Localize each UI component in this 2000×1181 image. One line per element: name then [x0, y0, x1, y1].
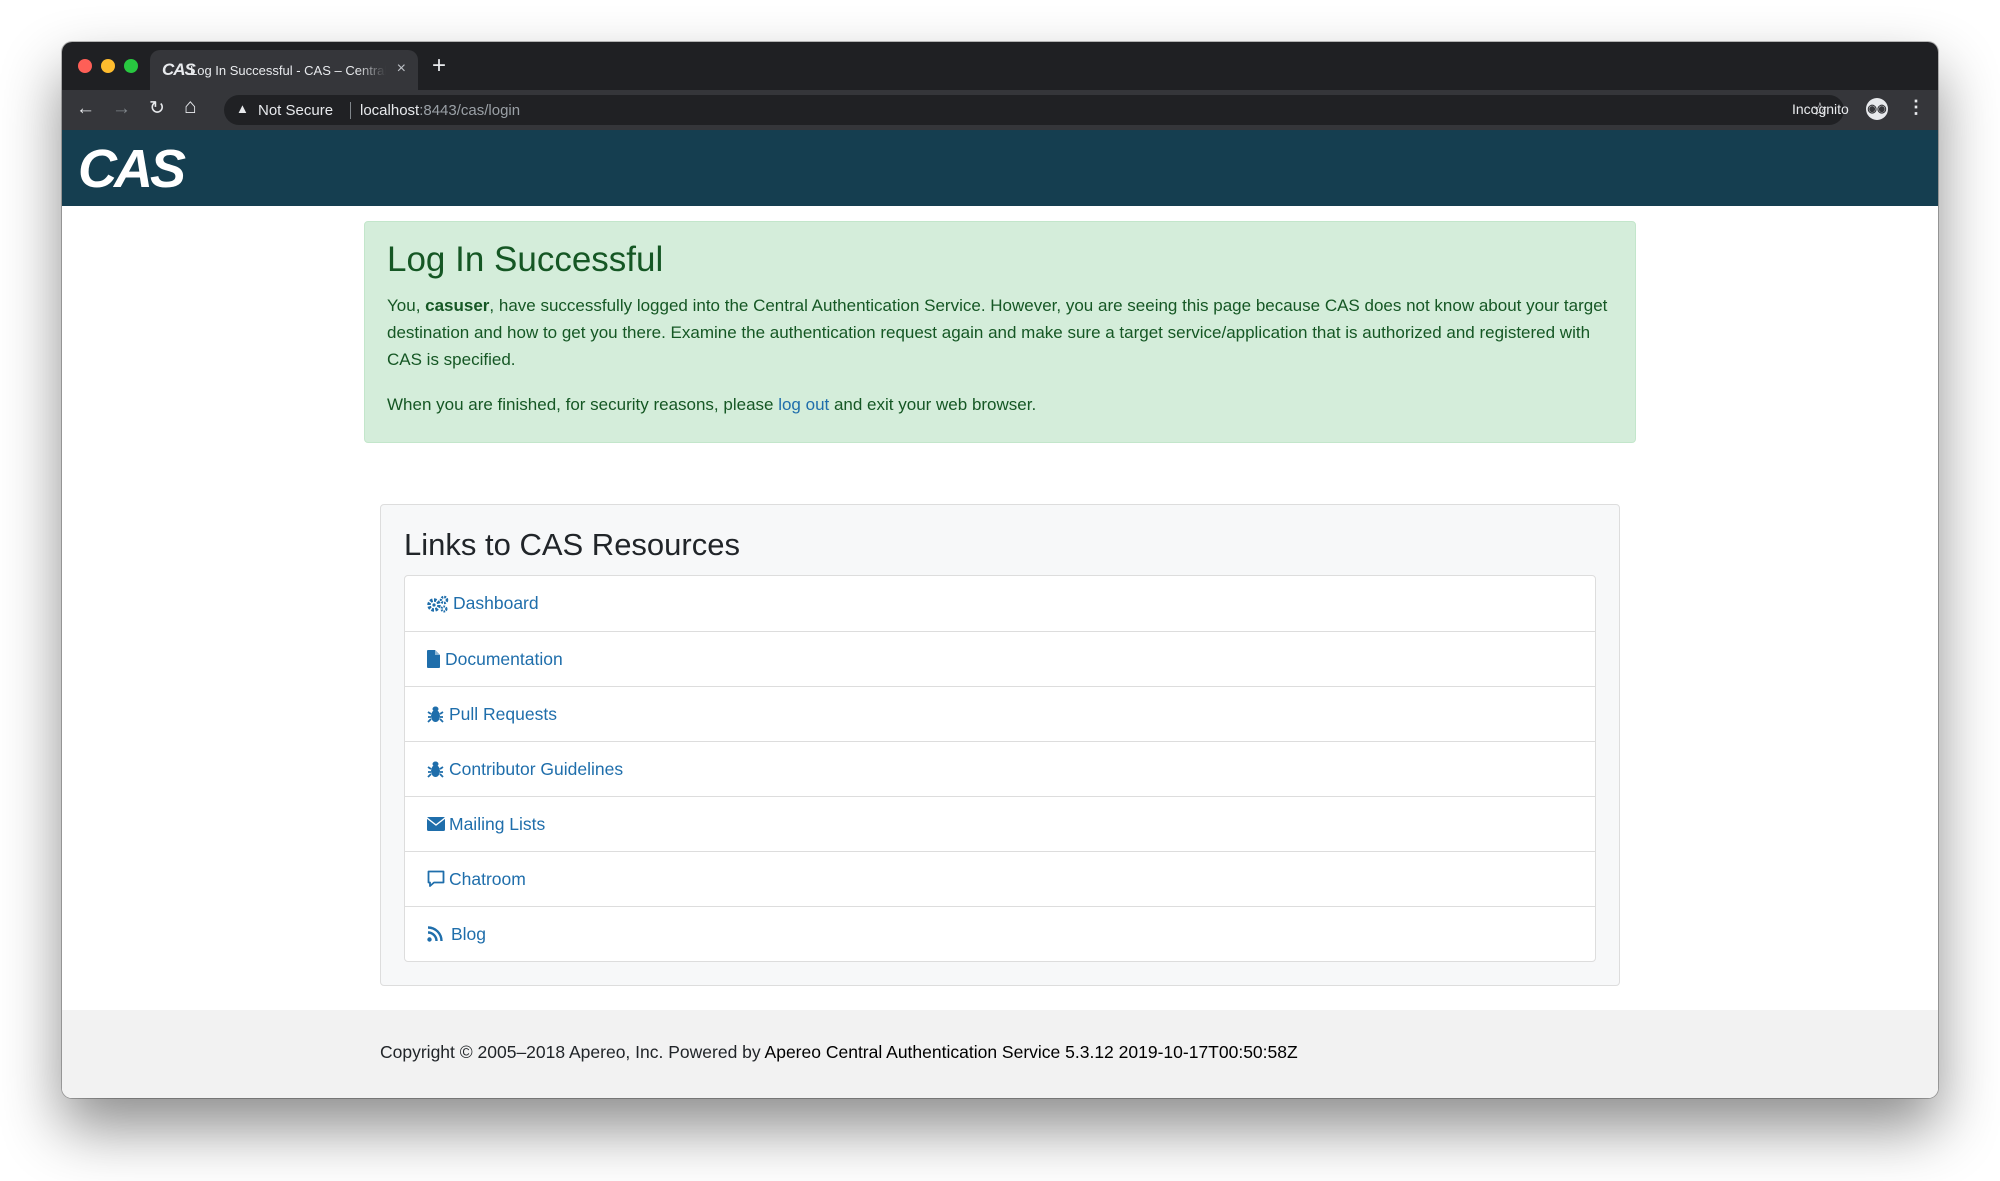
- browser-menu-icon[interactable]: ⋮: [1907, 97, 1925, 118]
- logout-message-end: and exit your web browser.: [829, 395, 1037, 414]
- resource-label: Pull Requests: [449, 703, 557, 724]
- resources-card: Links to CAS Resources Dashboard Documen…: [380, 504, 1620, 986]
- tab-active[interactable]: CAS Log In Successful - CAS – Central Au…: [150, 50, 418, 90]
- page-content: CAS Log In Successful You, casuser, have…: [62, 130, 1938, 1098]
- tab-title: Log In Successful - CAS – Central Authen…: [190, 63, 386, 78]
- url-text[interactable]: localhost:8443/cas/login: [360, 102, 520, 119]
- success-alert: Log In Successful You, casuser, have suc…: [364, 221, 1636, 443]
- cas-logo[interactable]: CAS: [78, 138, 186, 200]
- logout-message-start: When you are finished, for security reas…: [387, 395, 779, 414]
- bug-icon: [427, 760, 445, 778]
- address-bar[interactable]: ▲ Not Secure localhost:8443/cas/login ☆: [224, 95, 1844, 125]
- incognito-icon[interactable]: ◉◉: [1866, 98, 1888, 120]
- resource-label: Dashboard: [453, 593, 539, 613]
- alert-message-start: You,: [387, 296, 426, 315]
- url-host: localhost: [360, 102, 420, 119]
- browser-toolbar: ← → ↻ ⌂ ▲ Not Secure localhost:8443/cas/…: [62, 90, 1938, 130]
- minimize-window-button[interactable]: [101, 59, 115, 73]
- url-path: :8443/cas/login: [419, 102, 521, 119]
- gears-icon: [427, 595, 449, 613]
- resource-link-blog[interactable]: Blog: [405, 906, 1595, 961]
- resource-label: Mailing Lists: [449, 813, 546, 834]
- incognito-label[interactable]: Incognito: [1792, 101, 1849, 117]
- browser-window: CAS Log In Successful - CAS – Central Au…: [62, 42, 1938, 1098]
- resource-label: Chatroom: [449, 868, 526, 889]
- security-label[interactable]: Not Secure: [258, 102, 333, 119]
- resource-link-mailing-lists[interactable]: Mailing Lists: [405, 796, 1595, 851]
- copyright-text: Copyright © 2005–2018 Apereo, Inc. Power…: [380, 1042, 765, 1062]
- alert-message: You, casuser, have successfully logged i…: [387, 292, 1613, 373]
- resource-link-contributor-guidelines[interactable]: Contributor Guidelines: [405, 741, 1595, 796]
- logout-link[interactable]: log out: [778, 395, 829, 414]
- resource-label: Blog: [451, 923, 487, 944]
- bug-icon: [427, 705, 445, 723]
- resources-list: Dashboard Documentation Pull Requests Co…: [404, 575, 1596, 962]
- resource-link-pull-requests[interactable]: Pull Requests: [405, 686, 1595, 741]
- comment-icon: [427, 870, 445, 888]
- username: casuser: [425, 296, 490, 315]
- rss-icon: [427, 926, 447, 942]
- resources-title: Links to CAS Resources: [404, 527, 740, 562]
- omnibox-separator: [350, 102, 351, 119]
- alert-logout-message: When you are finished, for security reas…: [387, 391, 1613, 418]
- envelope-icon: [427, 817, 445, 831]
- file-icon: [427, 650, 441, 668]
- cas-header-bar: CAS: [62, 130, 1938, 206]
- reload-icon[interactable]: ↻: [149, 98, 165, 120]
- close-window-button[interactable]: [78, 59, 92, 73]
- tab-strip: CAS Log In Successful - CAS – Central Au…: [62, 42, 1938, 90]
- app-version: Apereo Central Authentication Service 5.…: [764, 1042, 1298, 1062]
- resource-link-documentation[interactable]: Documentation: [405, 631, 1595, 686]
- maximize-window-button[interactable]: [124, 59, 138, 73]
- forward-arrow-icon[interactable]: →: [112, 98, 131, 120]
- back-arrow-icon[interactable]: ←: [76, 98, 95, 120]
- resource-link-dashboard[interactable]: Dashboard: [405, 576, 1595, 631]
- resource-label: Contributor Guidelines: [449, 758, 624, 779]
- new-tab-button[interactable]: +: [432, 52, 446, 80]
- footer-copyright: Copyright © 2005–2018 Apereo, Inc. Power…: [380, 1042, 1298, 1063]
- footer: Copyright © 2005–2018 Apereo, Inc. Power…: [62, 1010, 1938, 1098]
- alert-title: Log In Successful: [387, 240, 664, 279]
- alert-message-end: , have successfully logged into the Cent…: [387, 296, 1608, 369]
- home-icon[interactable]: ⌂: [184, 96, 197, 118]
- warning-triangle-icon: ▲: [236, 101, 249, 116]
- resource-link-chatroom[interactable]: Chatroom: [405, 851, 1595, 906]
- resource-label: Documentation: [445, 648, 563, 669]
- tab-close-icon[interactable]: ×: [397, 60, 406, 78]
